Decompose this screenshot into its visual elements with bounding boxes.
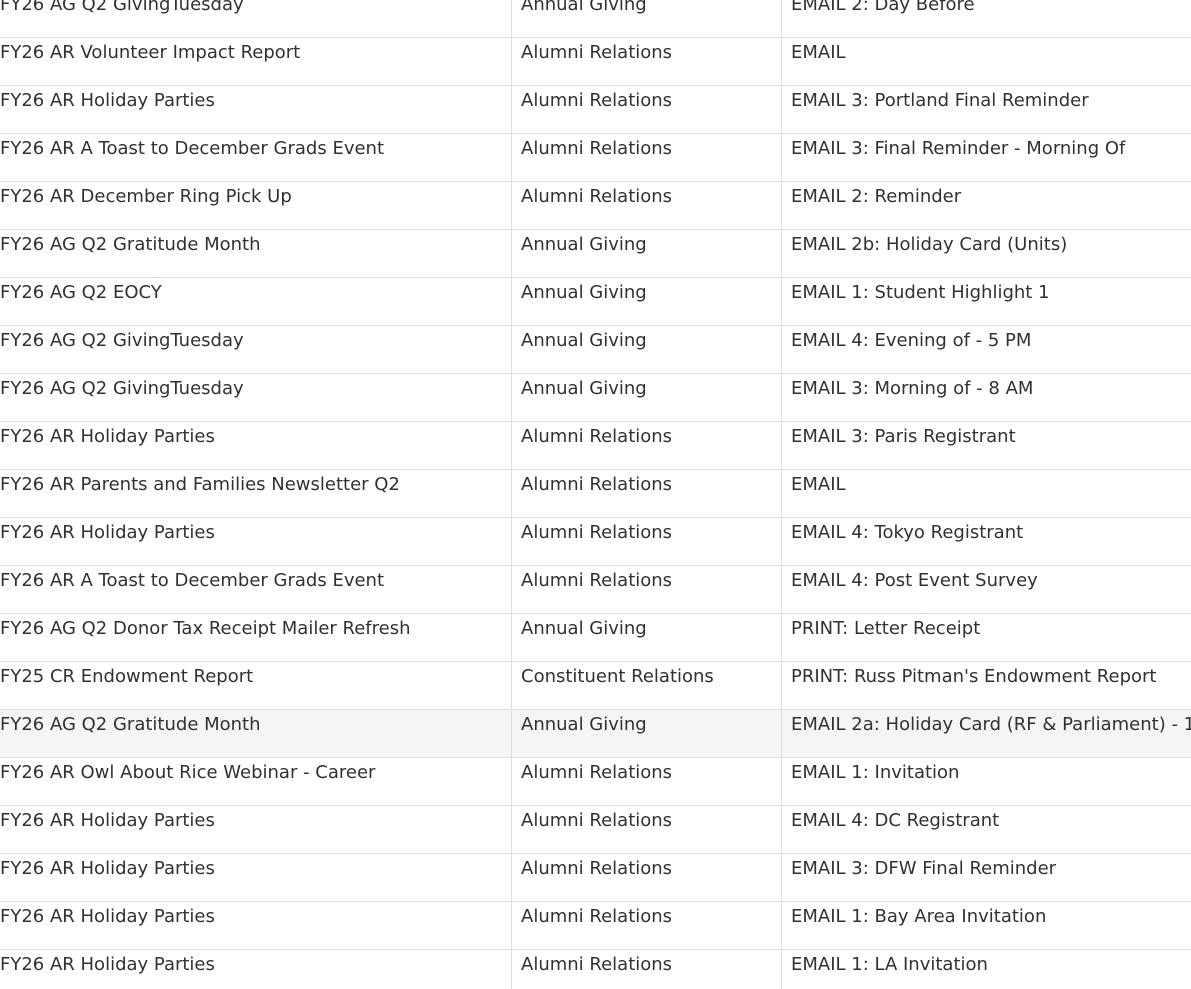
piece-cell[interactable]: EMAIL: [781, 38, 1191, 85]
department-cell[interactable]: Alumni Relations: [511, 806, 781, 853]
department-cell[interactable]: Alumni Relations: [511, 86, 781, 133]
table-row[interactable]: FY26 AR Holiday Parties Alumni Relations…: [0, 950, 1191, 989]
piece-cell[interactable]: PRINT: Russ Pitman's Endowment Report: [781, 662, 1191, 709]
campaign-cell[interactable]: FY25 CR Endowment Report: [0, 662, 511, 709]
campaign-cell[interactable]: FY26 AG Q2 Gratitude Month: [0, 710, 511, 757]
department-cell[interactable]: Alumni Relations: [511, 134, 781, 181]
campaign-cell[interactable]: FY26 AG Q2 GivingTuesday: [0, 374, 511, 421]
piece-cell[interactable]: EMAIL 2a: Holiday Card (RF & Parliament)…: [781, 710, 1191, 757]
campaign-cell[interactable]: FY26 AR Parents and Families Newsletter …: [0, 470, 511, 517]
department-cell[interactable]: Alumni Relations: [511, 518, 781, 565]
department-cell[interactable]: Alumni Relations: [511, 854, 781, 901]
campaign-list-grid: FY26 AG Q2 GivingTuesday Annual Giving E…: [0, 0, 1191, 989]
piece-cell[interactable]: EMAIL 1: Invitation: [781, 758, 1191, 805]
piece-cell[interactable]: EMAIL 3: Final Reminder - Morning Of: [781, 134, 1191, 181]
department-cell[interactable]: Annual Giving: [511, 710, 781, 757]
table-row[interactable]: FY26 AR Holiday Parties Alumni Relations…: [0, 422, 1191, 470]
piece-cell[interactable]: EMAIL 1: Bay Area Invitation: [781, 902, 1191, 949]
table-row[interactable]: FY26 AR Volunteer Impact Report Alumni R…: [0, 38, 1191, 86]
campaign-cell[interactable]: FY26 AR Holiday Parties: [0, 854, 511, 901]
piece-cell[interactable]: EMAIL 2b: Holiday Card (Units): [781, 230, 1191, 277]
department-cell[interactable]: Alumni Relations: [511, 38, 781, 85]
department-cell[interactable]: Alumni Relations: [511, 758, 781, 805]
piece-cell[interactable]: EMAIL 4: Tokyo Registrant: [781, 518, 1191, 565]
piece-cell[interactable]: EMAIL 4: DC Registrant: [781, 806, 1191, 853]
table-row[interactable]: FY26 AG Q2 EOCY Annual Giving EMAIL 1: S…: [0, 278, 1191, 326]
campaign-cell[interactable]: FY26 AG Q2 Gratitude Month: [0, 230, 511, 277]
campaign-cell[interactable]: FY26 AR Volunteer Impact Report: [0, 38, 511, 85]
department-cell[interactable]: Annual Giving: [511, 278, 781, 325]
campaign-cell[interactable]: FY26 AR A Toast to December Grads Event: [0, 566, 511, 613]
table-row[interactable]: FY25 CR Endowment Report Constituent Rel…: [0, 662, 1191, 710]
table-row[interactable]: FY26 AR A Toast to December Grads Event …: [0, 566, 1191, 614]
table-row[interactable]: FY26 AR Parents and Families Newsletter …: [0, 470, 1191, 518]
department-cell[interactable]: Alumni Relations: [511, 902, 781, 949]
campaign-cell[interactable]: FY26 AG Q2 EOCY: [0, 278, 511, 325]
piece-cell[interactable]: EMAIL 1: Student Highlight 1: [781, 278, 1191, 325]
department-cell[interactable]: Alumni Relations: [511, 566, 781, 613]
table-row[interactable]: FY26 AR A Toast to December Grads Event …: [0, 134, 1191, 182]
campaign-cell[interactable]: FY26 AR Holiday Parties: [0, 902, 511, 949]
piece-cell[interactable]: EMAIL 4: Post Event Survey: [781, 566, 1191, 613]
campaign-cell[interactable]: FY26 AR Owl About Rice Webinar - Career: [0, 758, 511, 805]
piece-cell[interactable]: EMAIL 2: Day Before: [781, 0, 1191, 37]
table-row[interactable]: FY26 AR Holiday Parties Alumni Relations…: [0, 854, 1191, 902]
campaign-cell[interactable]: FY26 AG Q2 GivingTuesday: [0, 326, 511, 373]
department-cell[interactable]: Annual Giving: [511, 614, 781, 661]
department-cell[interactable]: Alumni Relations: [511, 422, 781, 469]
piece-cell[interactable]: EMAIL 3: DFW Final Reminder: [781, 854, 1191, 901]
department-cell[interactable]: Alumni Relations: [511, 950, 781, 989]
campaign-cell[interactable]: FY26 AG Q2 GivingTuesday: [0, 0, 511, 37]
department-cell[interactable]: Alumni Relations: [511, 182, 781, 229]
table-row[interactable]: FY26 AG Q2 Donor Tax Receipt Mailer Refr…: [0, 614, 1191, 662]
department-cell[interactable]: Annual Giving: [511, 374, 781, 421]
table-row[interactable]: FY26 AR Owl About Rice Webinar - Career …: [0, 758, 1191, 806]
table-row[interactable]: FY26 AR Holiday Parties Alumni Relations…: [0, 806, 1191, 854]
department-cell[interactable]: Annual Giving: [511, 230, 781, 277]
table-row[interactable]: FY26 AG Q2 Gratitude Month Annual Giving…: [0, 230, 1191, 278]
campaign-cell[interactable]: FY26 AR A Toast to December Grads Event: [0, 134, 511, 181]
campaign-cell[interactable]: FY26 AG Q2 Donor Tax Receipt Mailer Refr…: [0, 614, 511, 661]
campaign-cell[interactable]: FY26 AR Holiday Parties: [0, 422, 511, 469]
campaign-cell[interactable]: FY26 AR Holiday Parties: [0, 518, 511, 565]
piece-cell[interactable]: EMAIL 1: LA Invitation: [781, 950, 1191, 989]
table-row[interactable]: FY26 AR December Ring Pick Up Alumni Rel…: [0, 182, 1191, 230]
department-cell[interactable]: Alumni Relations: [511, 470, 781, 517]
piece-cell[interactable]: EMAIL 2: Reminder: [781, 182, 1191, 229]
table-row-hovered[interactable]: FY26 AG Q2 Gratitude Month Annual Giving…: [0, 710, 1191, 758]
department-cell[interactable]: Constituent Relations: [511, 662, 781, 709]
table-row[interactable]: FY26 AR Holiday Parties Alumni Relations…: [0, 518, 1191, 566]
table-row[interactable]: FY26 AG Q2 GivingTuesday Annual Giving E…: [0, 0, 1191, 38]
piece-cell[interactable]: EMAIL: [781, 470, 1191, 517]
campaign-cell[interactable]: FY26 AR Holiday Parties: [0, 806, 511, 853]
table-row[interactable]: FY26 AG Q2 GivingTuesday Annual Giving E…: [0, 326, 1191, 374]
department-cell[interactable]: Annual Giving: [511, 0, 781, 37]
piece-cell[interactable]: EMAIL 3: Portland Final Reminder: [781, 86, 1191, 133]
piece-cell[interactable]: EMAIL 4: Evening of - 5 PM: [781, 326, 1191, 373]
table-row[interactable]: FY26 AR Holiday Parties Alumni Relations…: [0, 86, 1191, 134]
campaign-cell[interactable]: FY26 AR Holiday Parties: [0, 950, 511, 989]
campaign-cell[interactable]: FY26 AR Holiday Parties: [0, 86, 511, 133]
table-row[interactable]: FY26 AG Q2 GivingTuesday Annual Giving E…: [0, 374, 1191, 422]
table-row[interactable]: FY26 AR Holiday Parties Alumni Relations…: [0, 902, 1191, 950]
campaign-cell[interactable]: FY26 AR December Ring Pick Up: [0, 182, 511, 229]
department-cell[interactable]: Annual Giving: [511, 326, 781, 373]
piece-cell[interactable]: PRINT: Letter Receipt: [781, 614, 1191, 661]
piece-cell[interactable]: EMAIL 3: Morning of - 8 AM: [781, 374, 1191, 421]
piece-cell[interactable]: EMAIL 3: Paris Registrant: [781, 422, 1191, 469]
